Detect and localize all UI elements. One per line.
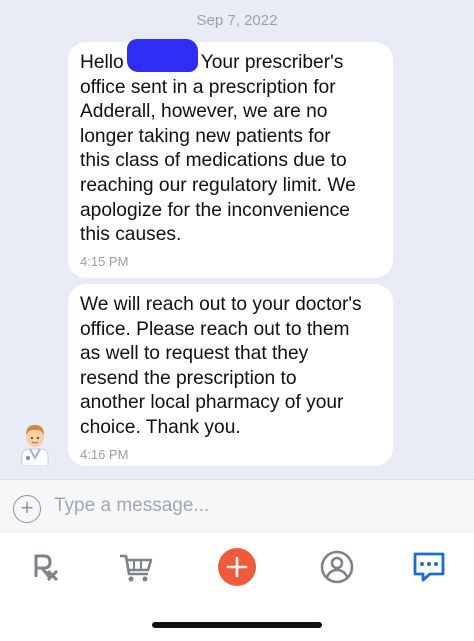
message-bubble: We will reach out to your doctor's offic… (68, 284, 393, 466)
chat-area: Sep 7, 2022 Hello Your prescriber's offi… (0, 0, 474, 479)
message-text: Hello Your prescriber's office sent in a… (80, 51, 381, 248)
redaction-mark (127, 39, 198, 72)
message-bubble: Hello Your prescriber's office sent in a… (68, 42, 393, 278)
tab-add[interactable] (217, 547, 257, 587)
tab-prescriptions[interactable] (26, 547, 66, 587)
message-body: Your prescriber's office sent in a presc… (80, 52, 356, 246)
message-text: We will reach out to your doctor's offic… (80, 294, 362, 438)
chat-icon (413, 552, 445, 582)
tab-shop[interactable] (116, 547, 156, 587)
cart-icon (120, 554, 153, 582)
tab-messages[interactable] (409, 547, 449, 587)
message-composer: + (0, 479, 474, 534)
account-icon (320, 550, 354, 584)
date-header: Sep 7, 2022 (196, 12, 278, 29)
add-icon (218, 548, 256, 586)
rx-icon (34, 554, 59, 582)
message-time: 4:15 PM (80, 253, 129, 269)
home-indicator (152, 622, 322, 628)
message-input[interactable] (54, 491, 454, 521)
pharmacist-avatar-icon (18, 420, 52, 467)
tab-account[interactable] (317, 547, 357, 587)
message-time: 4:16 PM (80, 446, 129, 462)
message-greeting: Hello (80, 52, 124, 73)
attach-button[interactable]: + (13, 495, 41, 523)
